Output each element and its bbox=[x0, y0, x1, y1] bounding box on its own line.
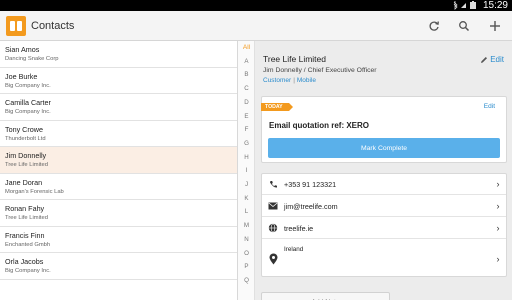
phone-icon bbox=[262, 180, 284, 189]
contact-company: Tree Life Limited bbox=[5, 215, 48, 221]
contact-name: Tony Crowe bbox=[5, 124, 43, 134]
chevron-right-icon: › bbox=[496, 253, 500, 264]
alphabet-letter[interactable]: B bbox=[238, 71, 255, 78]
location-row[interactable]: Ireland › bbox=[262, 240, 506, 277]
mark-complete-button[interactable]: Mark Complete bbox=[268, 138, 500, 158]
website-row[interactable]: treelife.ie › bbox=[262, 218, 506, 239]
alphabet-letter[interactable]: I bbox=[238, 167, 255, 174]
alphabet-letter[interactable]: K bbox=[238, 195, 255, 202]
contact-name: Orla Jacobs bbox=[5, 257, 44, 266]
email-icon bbox=[262, 202, 284, 210]
action-bar: Contacts bbox=[0, 11, 512, 41]
refresh-icon bbox=[429, 21, 439, 31]
app-title: Contacts bbox=[31, 20, 75, 32]
globe-icon bbox=[262, 223, 284, 233]
alphabet-letter[interactable]: P bbox=[238, 263, 255, 270]
alphabet-letter[interactable]: E bbox=[238, 113, 255, 120]
chevron-right-icon: › bbox=[496, 223, 500, 233]
contacts-app-icon[interactable] bbox=[6, 16, 26, 36]
location-text: Ireland bbox=[284, 246, 304, 253]
contact-company: Big Company Inc. bbox=[5, 82, 51, 89]
email-row[interactable]: jim@treelife.com › bbox=[262, 196, 506, 217]
phone-number: +353 91 123321 bbox=[284, 179, 337, 189]
alphabet-all[interactable]: All bbox=[238, 44, 255, 51]
contact-list-item[interactable]: Francis Finn Enchanted Gmbh bbox=[0, 227, 237, 253]
chevron-right-icon: › bbox=[496, 179, 500, 189]
tag-mobile[interactable]: Mobile bbox=[297, 77, 316, 84]
tag-separator: | bbox=[293, 77, 295, 84]
refresh-button[interactable] bbox=[423, 16, 445, 36]
website-url: treelife.ie bbox=[284, 223, 314, 233]
bluetooth-wifi-battery-icon bbox=[453, 1, 476, 10]
contact-list-item[interactable]: Ronan Fahy Tree Life Limited bbox=[0, 200, 237, 227]
contact-company: Dancing Snake Corp bbox=[5, 56, 59, 62]
organisation-name: Tree Life Limited bbox=[263, 54, 326, 64]
contact-list-item[interactable]: Jim Donnelly Tree Life Limited bbox=[0, 147, 237, 174]
status-time: 15:29 bbox=[482, 0, 508, 11]
tag-customer[interactable]: Customer bbox=[263, 77, 291, 84]
chevron-right-icon: › bbox=[496, 201, 500, 211]
add-contact-button[interactable] bbox=[484, 16, 506, 36]
phone-row[interactable]: +353 91 123321 › bbox=[262, 174, 506, 195]
alphabet-letter[interactable]: C bbox=[238, 85, 255, 92]
edit-contact-button[interactable]: Edit bbox=[480, 55, 504, 64]
alphabet-letter[interactable]: Q bbox=[238, 277, 255, 284]
location-pin-icon bbox=[262, 253, 284, 265]
add-icon bbox=[490, 21, 500, 31]
alphabet-letter[interactable]: J bbox=[238, 181, 255, 188]
status-bar: 15:29 bbox=[0, 0, 512, 11]
contact-list-item[interactable]: Tony Crowe Thunderbolt Ltd bbox=[0, 121, 237, 147]
contact-name: Camilla Carter bbox=[5, 98, 51, 107]
contact-list-item[interactable]: Orla Jacobs Big Company Inc. bbox=[0, 253, 237, 280]
alphabet-letter[interactable]: F bbox=[238, 126, 255, 133]
contact-name: Sian Amos bbox=[5, 45, 40, 54]
alphabet-letter[interactable]: N bbox=[238, 236, 255, 243]
contact-company: Enchanted Gmbh bbox=[5, 241, 51, 248]
contact-name-title: Jim Donnelly / Chief Executive Officer bbox=[263, 67, 377, 74]
alphabet-index: All A B C D E F G H I J K L M N O P Q bbox=[238, 41, 255, 300]
contact-tags: Customer | Mobile bbox=[263, 77, 316, 84]
task-title: Email quotation ref: XERO bbox=[269, 121, 370, 130]
contact-info-card: +353 91 123321 › jim@treelife.com › tree… bbox=[261, 173, 507, 277]
search-icon bbox=[459, 21, 470, 32]
contact-name: Francis Finn bbox=[5, 230, 45, 240]
alphabet-letter[interactable]: A bbox=[238, 58, 255, 65]
task-card: TODAY Edit Email quotation ref: XERO Mar… bbox=[261, 96, 507, 163]
contact-company: Thunderbolt Ltd bbox=[5, 135, 46, 142]
alphabet-letter[interactable]: L bbox=[238, 208, 255, 215]
search-button[interactable] bbox=[453, 16, 475, 36]
edit-task-button[interactable]: Edit bbox=[484, 103, 495, 110]
contact-company: Big Company Inc. bbox=[5, 268, 51, 274]
today-badge: TODAY bbox=[261, 103, 293, 111]
contact-detail-panel: Tree Life Limited Jim Donnelly / Chief E… bbox=[256, 41, 512, 300]
contact-list: Sian Amos Dancing Snake Corp Joe Burke Big … bbox=[0, 41, 238, 300]
alphabet-letter[interactable]: M bbox=[238, 222, 255, 229]
add-note-button[interactable]: Add Note bbox=[261, 292, 390, 300]
alphabet-letter[interactable]: O bbox=[238, 250, 255, 257]
alphabet-letter[interactable]: G bbox=[238, 140, 255, 147]
contact-company: Tree Life Limited bbox=[5, 162, 48, 168]
pencil-icon bbox=[481, 56, 488, 63]
contact-list-item[interactable]: Joe Burke Big Company Inc. bbox=[0, 68, 237, 94]
alphabet-letter[interactable]: D bbox=[238, 99, 255, 106]
contact-name: Joe Burke bbox=[5, 71, 38, 81]
contact-name: Ronan Fahy bbox=[5, 204, 45, 213]
contact-list-item[interactable]: Sian Amos Dancing Snake Corp bbox=[0, 41, 237, 68]
contact-company: Big Company Inc. bbox=[5, 109, 51, 115]
contact-name: Jim Donnelly bbox=[5, 151, 47, 160]
contact-list-item[interactable]: Jane Doran Morgan's Forensic Lab bbox=[0, 174, 237, 200]
contact-list-item[interactable]: Camilla Carter Big Company Inc. bbox=[0, 94, 237, 121]
contact-company: Morgan's Forensic Lab bbox=[5, 188, 64, 195]
alphabet-letter[interactable]: H bbox=[238, 154, 255, 161]
email-address: jim@treelife.com bbox=[284, 201, 338, 211]
contact-name: Jane Doran bbox=[5, 177, 43, 187]
edit-contact-label: Edit bbox=[490, 55, 504, 64]
